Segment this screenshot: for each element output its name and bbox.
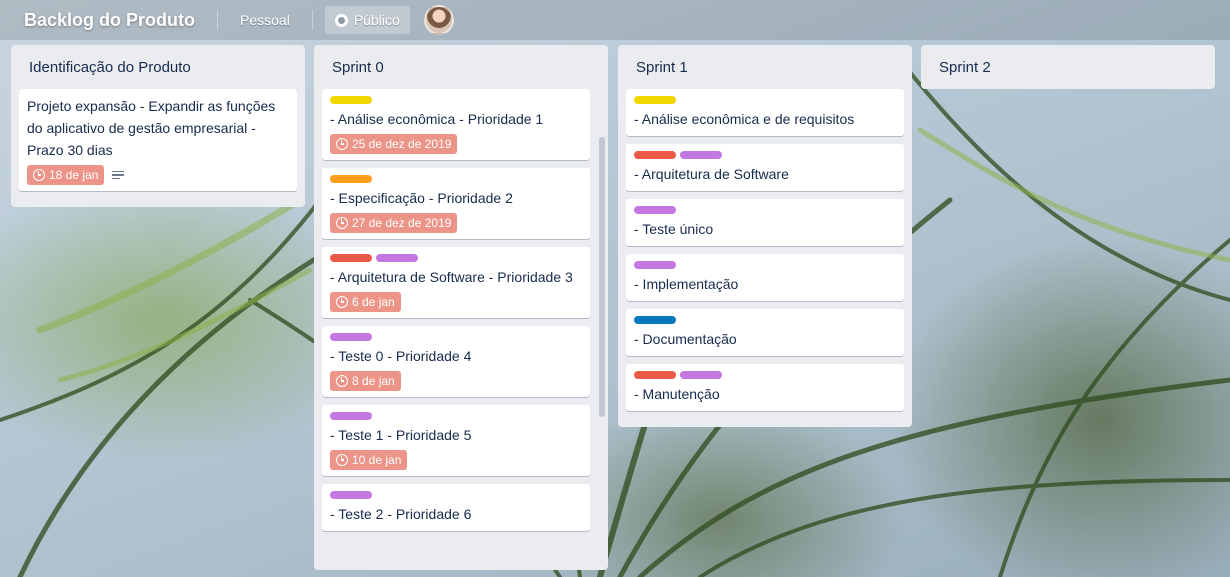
due-date-text: 18 de jan bbox=[49, 168, 99, 182]
card-labels bbox=[330, 254, 582, 262]
card-badges: 6 de jan bbox=[330, 292, 582, 312]
list-scrollbar[interactable] bbox=[599, 137, 605, 417]
due-date-badge[interactable]: 18 de jan bbox=[27, 165, 105, 185]
description-icon bbox=[112, 169, 125, 182]
card[interactable]: - Especificação - Prioridade 2 27 de dez… bbox=[322, 168, 590, 239]
card[interactable]: - Teste 2 - Prioridade 6 bbox=[322, 484, 590, 531]
list-title[interactable]: Sprint 1 bbox=[626, 45, 904, 89]
card-labels bbox=[634, 96, 896, 104]
label-purple[interactable] bbox=[634, 261, 676, 269]
card-title: - Teste 1 - Prioridade 5 bbox=[330, 427, 472, 443]
card[interactable]: - Teste único bbox=[626, 199, 904, 246]
card-badges: 18 de jan bbox=[27, 165, 289, 185]
list-sprint-2: Sprint 2 bbox=[921, 45, 1215, 89]
clock-icon bbox=[336, 454, 348, 466]
header-divider bbox=[217, 10, 218, 30]
card[interactable]: - Implementação bbox=[626, 254, 904, 301]
clock-icon bbox=[336, 217, 348, 229]
card-labels bbox=[634, 261, 896, 269]
list-title[interactable]: Sprint 0 bbox=[322, 45, 600, 89]
label-yellow[interactable] bbox=[330, 96, 372, 104]
clock-icon bbox=[336, 375, 348, 387]
due-date-text: 27 de dez de 2019 bbox=[352, 216, 452, 230]
label-red[interactable] bbox=[330, 254, 372, 262]
card[interactable]: - Arquitetura de Software - Prioridade 3… bbox=[322, 247, 590, 318]
card-title: - Teste 0 - Prioridade 4 bbox=[330, 348, 472, 364]
due-date-badge[interactable]: 6 de jan bbox=[330, 292, 401, 312]
label-purple[interactable] bbox=[634, 206, 676, 214]
card-badges: 25 de dez de 2019 bbox=[330, 134, 582, 154]
card-title: - Análise econômica - Prioridade 1 bbox=[330, 111, 544, 127]
card-title: - Documentação bbox=[634, 331, 737, 347]
card-title: - Análise econômica e de requisitos bbox=[634, 111, 855, 127]
card-title: - Arquitetura de Software - Prioridade 3 bbox=[330, 269, 573, 285]
header-divider bbox=[311, 10, 313, 30]
due-date-text: 8 de jan bbox=[352, 374, 395, 388]
card-title: Projeto expansão - Expandir as funções d… bbox=[27, 98, 276, 158]
label-red[interactable] bbox=[634, 151, 676, 159]
card-title: - Teste 2 - Prioridade 6 bbox=[330, 506, 472, 522]
label-yellow[interactable] bbox=[634, 96, 676, 104]
team-button[interactable]: Pessoal bbox=[230, 6, 300, 34]
list-sprint-0: Sprint 0 - Análise econômica - Prioridad… bbox=[314, 45, 608, 570]
board-header: Backlog do Produto Pessoal Público bbox=[0, 0, 1230, 40]
visibility-label: Público bbox=[353, 12, 400, 28]
label-red[interactable] bbox=[634, 371, 676, 379]
list-identificacao: Identificação do Produto Projeto expansã… bbox=[11, 45, 305, 207]
list-title[interactable]: Identificação do Produto bbox=[19, 45, 297, 89]
card-labels bbox=[330, 412, 582, 420]
globe-icon bbox=[334, 13, 348, 27]
label-purple[interactable] bbox=[330, 412, 372, 420]
card[interactable]: - Teste 1 - Prioridade 5 10 de jan bbox=[322, 405, 590, 476]
member-avatar[interactable] bbox=[423, 5, 454, 35]
card[interactable]: - Manutenção bbox=[626, 364, 904, 411]
due-date-badge[interactable]: 27 de dez de 2019 bbox=[330, 213, 458, 233]
card-title: - Implementação bbox=[634, 276, 739, 292]
due-date-text: 6 de jan bbox=[352, 295, 395, 309]
card-title: - Arquitetura de Software bbox=[634, 166, 789, 182]
card[interactable]: - Análise econômica e de requisitos bbox=[626, 89, 904, 136]
label-purple[interactable] bbox=[680, 371, 722, 379]
due-date-badge[interactable]: 8 de jan bbox=[330, 371, 401, 391]
due-date-text: 25 de dez de 2019 bbox=[352, 137, 452, 151]
board-title[interactable]: Backlog do Produto bbox=[14, 10, 205, 31]
card[interactable]: - Arquitetura de Software bbox=[626, 144, 904, 191]
label-purple[interactable] bbox=[680, 151, 722, 159]
clock-icon bbox=[336, 296, 348, 308]
card-labels bbox=[634, 316, 896, 324]
clock-icon bbox=[33, 169, 45, 181]
card-labels bbox=[634, 151, 896, 159]
card[interactable]: - Teste 0 - Prioridade 4 8 de jan bbox=[322, 326, 590, 397]
list-sprint-1: Sprint 1 - Análise econômica e de requis… bbox=[618, 45, 912, 427]
card-labels bbox=[634, 206, 896, 214]
due-date-badge[interactable]: 10 de jan bbox=[330, 450, 408, 470]
label-orange[interactable] bbox=[330, 175, 372, 183]
card-badges: 8 de jan bbox=[330, 371, 582, 391]
card[interactable]: - Documentação bbox=[626, 309, 904, 356]
due-date-text: 10 de jan bbox=[352, 453, 402, 467]
label-purple[interactable] bbox=[330, 491, 372, 499]
due-date-badge[interactable]: 25 de dez de 2019 bbox=[330, 134, 458, 154]
card-labels bbox=[634, 371, 896, 379]
label-purple[interactable] bbox=[330, 333, 372, 341]
card-labels bbox=[330, 96, 582, 104]
card[interactable]: Projeto expansão - Expandir as funções d… bbox=[19, 89, 297, 191]
card-badges: 27 de dez de 2019 bbox=[330, 213, 582, 233]
card[interactable]: - Análise econômica - Prioridade 1 25 de… bbox=[322, 89, 590, 160]
card-labels bbox=[330, 175, 582, 183]
label-blue[interactable] bbox=[634, 316, 676, 324]
card-title: - Teste único bbox=[634, 221, 714, 237]
card-labels bbox=[330, 333, 582, 341]
card-title: - Especificação - Prioridade 2 bbox=[330, 190, 513, 206]
clock-icon bbox=[336, 138, 348, 150]
label-purple[interactable] bbox=[376, 254, 418, 262]
card-labels bbox=[330, 491, 582, 499]
card-title: - Manutenção bbox=[634, 386, 720, 402]
visibility-button[interactable]: Público bbox=[324, 6, 410, 34]
list-title[interactable]: Sprint 2 bbox=[929, 45, 1207, 89]
card-badges: 10 de jan bbox=[330, 450, 582, 470]
